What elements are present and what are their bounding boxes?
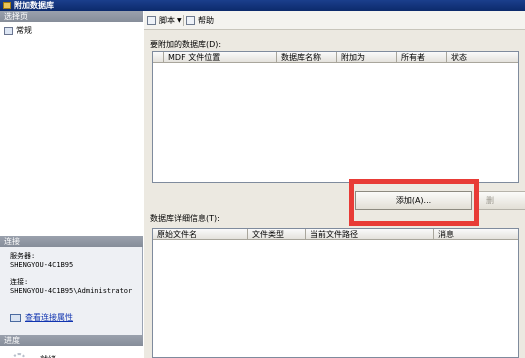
column-header[interactable]: 文件类型 [248, 229, 306, 240]
row-selector-header [153, 52, 164, 63]
details-grid-caption-text: 数据库详细信息(T): [150, 214, 220, 223]
add-button[interactable]: 添加(A)... [355, 191, 472, 210]
database-icon [3, 2, 11, 9]
column-header[interactable]: 当前文件路径 [306, 229, 434, 240]
view-connection-properties[interactable]: 查看连接属性 [10, 313, 73, 323]
connection-header: 连接 [0, 236, 143, 247]
column-header[interactable]: 状态 [447, 52, 518, 63]
progress-pane: 就绪 [0, 346, 143, 358]
view-connection-link[interactable]: 查看连接属性 [25, 313, 73, 322]
page-icon [4, 27, 13, 35]
window-title-bar: 附加数据库 [0, 0, 525, 11]
script-icon [147, 16, 156, 25]
details-grid-caption: 数据库详细信息(T): [150, 214, 220, 224]
remove-button: 删 [475, 191, 525, 210]
help-button[interactable]: 帮助 [186, 15, 214, 26]
chevron-down-icon[interactable]: ▼ [177, 15, 182, 26]
progress-spinner-icon [12, 353, 26, 358]
page-item-general[interactable]: 常规 [4, 26, 32, 36]
server-value: SHENGYOU-4C1B95 [10, 261, 74, 269]
script-button[interactable]: 脚本 [147, 15, 175, 26]
toolbar-separator [183, 15, 184, 26]
connection-value: SHENGYOU-4C1B95\Administrator [10, 287, 133, 295]
connection-label: 连接: [10, 278, 29, 286]
attach-grid-caption: 要附加的数据库(D): [150, 40, 221, 50]
page-item-label: 常规 [16, 26, 32, 35]
progress-header: 进度 [0, 335, 143, 346]
connection-properties-icon [10, 314, 21, 322]
script-label: 脚本 [159, 16, 175, 25]
column-header[interactable]: 数据库名称 [277, 52, 337, 63]
column-header[interactable]: 附加为 [337, 52, 397, 63]
select-page-header: 选择页 [0, 11, 143, 22]
column-header[interactable]: 消息 [434, 229, 518, 240]
database-details-grid[interactable]: 原始文件名 文件类型 当前文件路径 消息 [152, 228, 519, 358]
window-title: 附加数据库 [14, 1, 54, 10]
help-icon [186, 16, 195, 25]
help-label: 帮助 [198, 16, 214, 25]
toolbar: 脚本 ▼ 帮助 [144, 11, 525, 30]
column-header[interactable]: 所有者 [397, 52, 447, 63]
left-panel: 选择页 常规 连接 服务器: SHENGYOU-4C1B95 连接: SHENG… [0, 11, 143, 358]
column-header[interactable]: 原始文件名 [153, 229, 248, 240]
attach-grid-caption-text: 要附加的数据库(D): [150, 40, 222, 49]
server-label: 服务器: [10, 252, 36, 260]
main-panel: 脚本 ▼ 帮助 要附加的数据库(D): MDF 文件位置 数据库名称 附加为 所… [144, 11, 525, 358]
page-list: 常规 [0, 22, 143, 246]
status-text: 就绪 [40, 354, 56, 358]
column-header[interactable]: MDF 文件位置 [164, 52, 277, 63]
attach-database-grid[interactable]: MDF 文件位置 数据库名称 附加为 所有者 状态 [152, 51, 519, 183]
